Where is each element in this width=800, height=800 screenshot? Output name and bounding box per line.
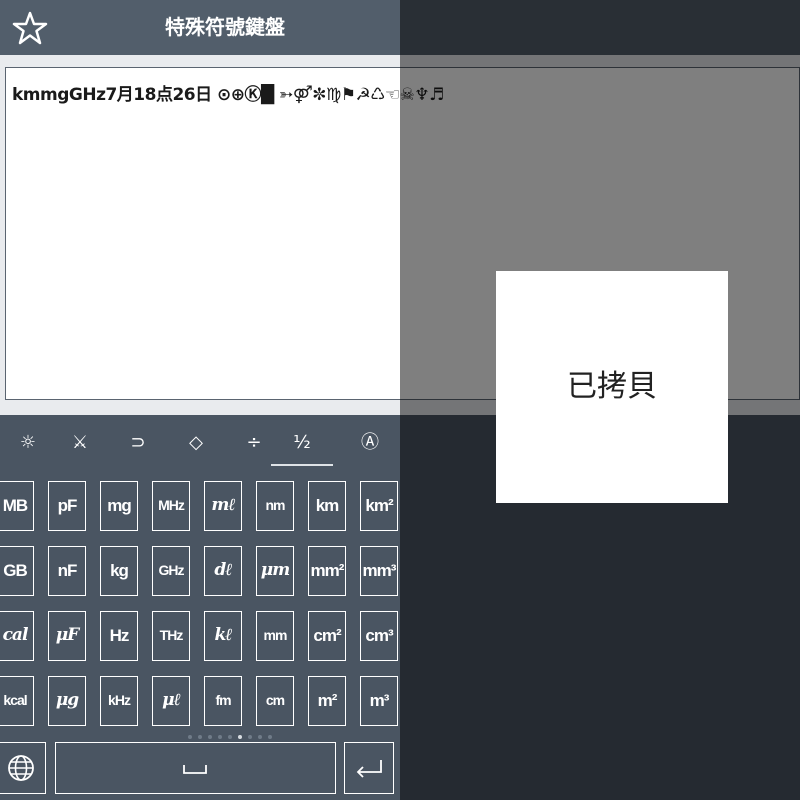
key-1-5[interactable]: μm	[256, 546, 294, 596]
text-editor[interactable]: kmmgGHz7月18点26日 ⊙⊕Ⓚ█ ➳⚤✼♍⚑☭♺☜☠♆♬	[5, 67, 400, 400]
tab-swords[interactable]: ⚔	[52, 415, 108, 470]
app-bar: 特殊符號鍵盤	[0, 0, 400, 55]
page-dot	[258, 735, 262, 739]
copied-toast: 已拷貝	[496, 271, 728, 503]
key-2-3[interactable]: THz	[152, 611, 190, 661]
key-1-4[interactable]: dℓ	[204, 546, 242, 596]
key-2-5[interactable]: mm	[256, 611, 294, 661]
key-3-1[interactable]: μg	[48, 676, 86, 726]
right-pane: 特殊符號鍵盤 kmmgGHz7月18点26日 ⊙⊕Ⓚ█ ➳⚤✼♍⚑☭♺☜☠♆♬ …	[400, 0, 800, 800]
key-3-2[interactable]: kHz	[100, 676, 138, 726]
globe-icon	[8, 755, 34, 781]
key-2-6[interactable]: cm²	[308, 611, 346, 661]
editor-text: kmmgGHz7月18点26日 ⊙⊕Ⓚ█ ➳⚤✼♍⚑☭♺☜☠♆♬	[12, 85, 400, 105]
left-pane: 特殊符號鍵盤 kmmgGHz7月18点26日 ⊙⊕Ⓚ█ ➳⚤✼♍⚑☭♺☜☠♆♬ …	[0, 0, 400, 800]
key-0-6[interactable]: km	[308, 481, 346, 531]
key-1-7[interactable]: mm³	[360, 546, 398, 596]
key-1-0[interactable]: GB	[0, 546, 34, 596]
page-dot	[208, 735, 212, 739]
tab-symbols[interactable]: ☼	[0, 415, 56, 470]
page-dot	[198, 735, 202, 739]
key-3-0[interactable]: kcal	[0, 676, 34, 726]
app-screen: 特殊符號鍵盤 kmmgGHz7月18点26日 ⊙⊕Ⓚ█ ➳⚤✼♍⚑☭♺☜☠♆♬ …	[0, 0, 400, 800]
page-dot	[248, 735, 252, 739]
page-dot	[238, 735, 242, 739]
page-dot	[268, 735, 272, 739]
key-2-4[interactable]: kℓ	[204, 611, 242, 661]
category-tabs: ☼⚔⊃◇÷½Ⓐ	[0, 415, 400, 470]
key-0-4[interactable]: mℓ	[204, 481, 242, 531]
key-1-6[interactable]: mm²	[308, 546, 346, 596]
key-3-7[interactable]: m³	[360, 676, 398, 726]
globe-key[interactable]	[0, 742, 46, 794]
key-3-5[interactable]: cm	[256, 676, 294, 726]
key-2-0[interactable]: cal	[0, 611, 34, 661]
key-0-2[interactable]: mg	[100, 481, 138, 531]
key-3-6[interactable]: m²	[308, 676, 346, 726]
page-indicator	[0, 735, 400, 741]
key-2-2[interactable]: Hz	[100, 611, 138, 661]
enter-key[interactable]	[344, 742, 394, 794]
key-0-3[interactable]: MHz	[152, 481, 190, 531]
tab-shapes[interactable]: ◇	[168, 415, 224, 470]
page-title: 特殊符號鍵盤	[165, 15, 285, 39]
tab-units[interactable]: ½	[271, 415, 333, 470]
tab-letters[interactable]: Ⓐ	[342, 415, 398, 470]
page-dot	[218, 735, 222, 739]
page-dot	[228, 735, 232, 739]
key-3-4[interactable]: fm	[204, 676, 242, 726]
key-0-5[interactable]: nm	[256, 481, 294, 531]
space-bar-icon	[183, 765, 207, 774]
key-0-7[interactable]: km²	[360, 481, 398, 531]
keyboard: MB pF mg MHzmℓnmkm km² GB nF kg GHzdℓμm mm² mm³ cal…	[0, 470, 400, 732]
key-2-1[interactable]: μF	[48, 611, 86, 661]
keyboard-bottom-row	[0, 742, 400, 800]
tab-arrows[interactable]: ⊃	[110, 415, 166, 470]
key-1-2[interactable]: kg	[100, 546, 138, 596]
key-3-3[interactable]: μℓ	[152, 676, 190, 726]
key-1-3[interactable]: GHz	[152, 546, 190, 596]
enter-icon	[356, 760, 382, 778]
key-0-1[interactable]: pF	[48, 481, 86, 531]
key-2-7[interactable]: cm³	[360, 611, 398, 661]
key-1-1[interactable]: nF	[48, 546, 86, 596]
space-key[interactable]	[55, 742, 336, 794]
key-0-0[interactable]: MB	[0, 481, 34, 531]
page-dot	[188, 735, 192, 739]
